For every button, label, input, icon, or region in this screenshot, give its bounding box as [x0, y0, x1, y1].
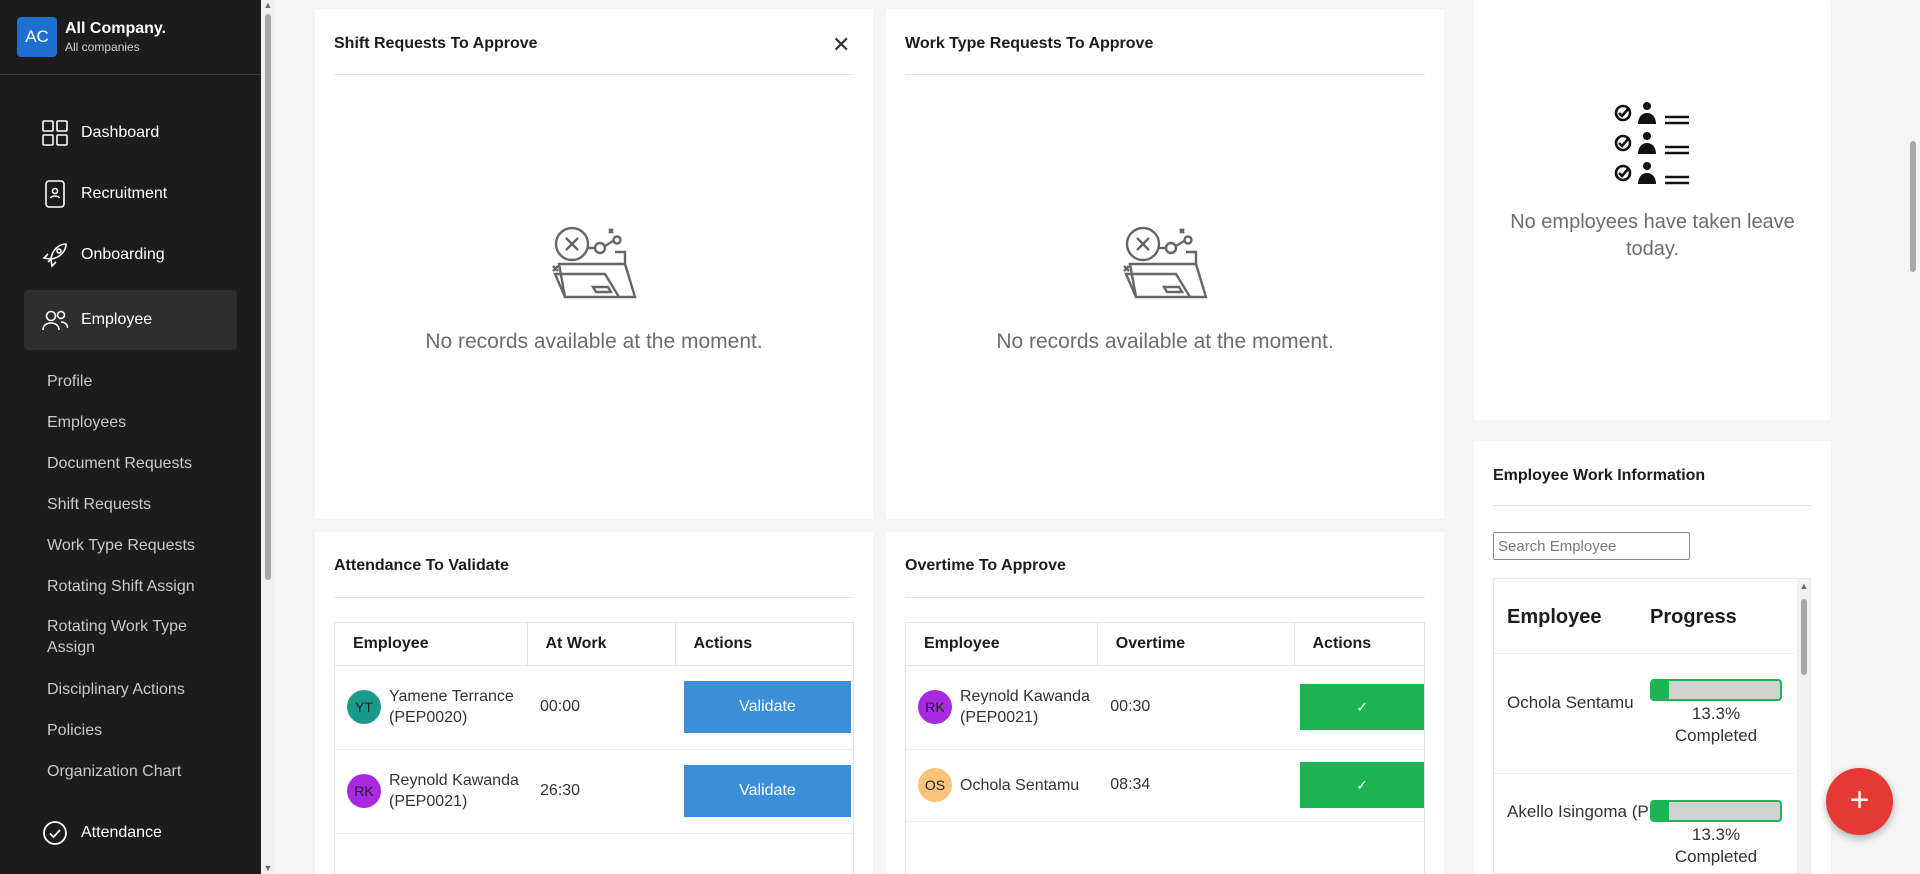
nav-recruitment-label: Recruitment	[81, 185, 168, 202]
nav-attendance[interactable]: Attendance	[24, 803, 237, 863]
table-row: YT Yamene Terrance (PEP0020) 00:00 Valid…	[335, 665, 853, 750]
avatar: OS	[918, 768, 952, 802]
employee-checklist-icon	[1614, 102, 1689, 185]
submenu-disciplinary-actions[interactable]: Disciplinary Actions	[47, 679, 247, 700]
employee-name: Reynold Kawanda (PEP0021)	[960, 688, 1090, 726]
users-icon	[41, 306, 69, 334]
progress-bar	[1650, 800, 1782, 822]
nav-onboarding[interactable]: Onboarding	[24, 225, 237, 285]
nav-employee-label: Employee	[81, 311, 153, 328]
nav-dashboard[interactable]: Dashboard	[24, 103, 237, 163]
validate-button[interactable]: Validate	[684, 765, 851, 817]
avatar: YT	[347, 690, 381, 724]
nav-employee[interactable]: Employee	[24, 290, 237, 350]
validate-button[interactable]: Validate	[684, 681, 851, 733]
leave-today-card: No employees have taken leave today.	[1474, 0, 1831, 420]
column-header-at-work: At Work	[527, 623, 676, 666]
submenu-work-type-requests[interactable]: Work Type Requests	[47, 535, 247, 556]
table-row: RK Reynold Kawanda (PEP0021) 00:30 ✓	[906, 665, 1424, 750]
nav-attendance-label: Attendance	[81, 824, 162, 841]
employee-name: Yamene Terrance (PEP0020)	[389, 688, 514, 726]
rocket-icon	[41, 241, 69, 269]
avatar: RK	[347, 774, 381, 808]
column-header-actions: Actions	[1294, 623, 1424, 666]
company-subtitle: All companies	[65, 40, 140, 54]
page-scrollbar[interactable]	[1906, 0, 1920, 874]
check-circle-icon	[41, 819, 69, 847]
progress-label: 13.3% Completed	[1674, 825, 1758, 866]
column-header-overtime: Overtime	[1097, 623, 1295, 666]
company-avatar: AC	[17, 17, 57, 57]
at-work-value: 26:30	[527, 749, 675, 834]
table-row: OS Ochola Sentamu 08:34 ✓	[906, 749, 1424, 822]
close-icon[interactable]: ✕	[832, 32, 850, 58]
submenu-shift-requests[interactable]: Shift Requests	[47, 494, 247, 515]
nav-onboarding-label: Onboarding	[81, 246, 165, 263]
company-name: All Company.	[65, 20, 167, 37]
dashboard-icon	[41, 119, 69, 147]
overtime-approve-table: Employee Overtime Actions RK Reynold Kaw…	[905, 622, 1425, 874]
leave-today-text: No employees have taken leave today.	[1510, 211, 1795, 260]
shift-requests-empty-text: No records available at the moment.	[425, 330, 763, 353]
submenu-rotating-shift-assign[interactable]: Rotating Shift Assign	[47, 576, 247, 597]
submenu-organization-chart[interactable]: Organization Chart	[47, 761, 247, 782]
scroll-up-arrow-icon[interactable]: ▲	[1797, 581, 1810, 591]
work-type-requests-card: Work Type Requests To Approve No records…	[886, 9, 1444, 519]
sidebar-scroll-thumb[interactable]	[265, 14, 271, 580]
company-switcher[interactable]: AC All Company. All companies	[0, 0, 261, 75]
scroll-down-arrow-icon[interactable]: ▼	[261, 863, 275, 873]
work-type-requests-title: Work Type Requests To Approve	[905, 35, 1154, 52]
column-header-employee: Employee	[335, 623, 528, 666]
shift-requests-title: Shift Requests To Approve	[334, 35, 538, 52]
column-header-employee: Employee	[1507, 606, 1602, 628]
attendance-validate-title: Attendance To Validate	[334, 557, 509, 574]
no-records-icon	[552, 226, 637, 299]
table-row: RK Reynold Kawanda (PEP0021) 26:30 Valid…	[335, 749, 853, 834]
employee-name: Ochola Sentamu	[960, 776, 1080, 794]
overtime-value: 00:30	[1097, 665, 1294, 750]
at-work-value: 00:00	[527, 665, 675, 750]
sidebar: AC All Company. All companies Dashboard …	[0, 0, 261, 874]
column-header-progress: Progress	[1650, 606, 1737, 628]
page-scroll-thumb[interactable]	[1910, 141, 1916, 272]
search-employee-input[interactable]	[1493, 532, 1690, 560]
work-type-requests-empty-text: No records available at the moment.	[996, 330, 1334, 353]
attendance-validate-table: Employee At Work Actions YT Yamene Terra…	[334, 622, 854, 874]
attendance-validate-card: Attendance To Validate Employee At Work …	[315, 532, 873, 874]
overtime-approve-title: Overtime To Approve	[905, 557, 1066, 574]
add-fab-button[interactable]: +	[1826, 768, 1893, 835]
work-info-scrollbar[interactable]: ▲	[1797, 579, 1810, 873]
work-info-scroll-thumb[interactable]	[1801, 599, 1807, 675]
nav-dashboard-label: Dashboard	[81, 124, 160, 141]
no-records-icon	[1123, 226, 1208, 299]
employee-name: Reynold Kawanda (PEP0021)	[389, 772, 519, 810]
overtime-approve-card: Overtime To Approve Employee Overtime Ac…	[886, 532, 1444, 874]
scroll-up-arrow-icon[interactable]: ▲	[261, 0, 275, 10]
submenu-policies[interactable]: Policies	[47, 720, 247, 741]
work-info-table: Employee Progress Ochola Sentamu 13.3% C…	[1493, 578, 1811, 874]
work-info-title: Employee Work Information	[1493, 467, 1706, 484]
column-header-employee: Employee	[906, 623, 1098, 666]
overtime-value: 08:34	[1097, 749, 1294, 822]
column-header-actions: Actions	[675, 623, 853, 666]
shift-requests-card: Shift Requests To Approve ✕ No records a…	[315, 9, 873, 519]
phone-icon	[41, 180, 69, 208]
approve-check-button[interactable]: ✓	[1300, 762, 1424, 808]
approve-check-button[interactable]: ✓	[1300, 684, 1424, 730]
employee-name: Ochola Sentamu	[1507, 693, 1634, 712]
sidebar-scrollbar[interactable]: ▲ ▼	[261, 0, 275, 874]
avatar: RK	[918, 690, 952, 724]
submenu-profile[interactable]: Profile	[47, 371, 247, 392]
submenu-employees[interactable]: Employees	[47, 412, 247, 433]
nav-recruitment[interactable]: Recruitment	[24, 164, 237, 224]
submenu-rotating-work-type-assign[interactable]: Rotating Work Type Assign	[47, 616, 237, 658]
submenu-document-requests[interactable]: Document Requests	[47, 453, 247, 474]
progress-bar	[1650, 679, 1782, 701]
progress-label: 13.3% Completed	[1674, 704, 1758, 745]
